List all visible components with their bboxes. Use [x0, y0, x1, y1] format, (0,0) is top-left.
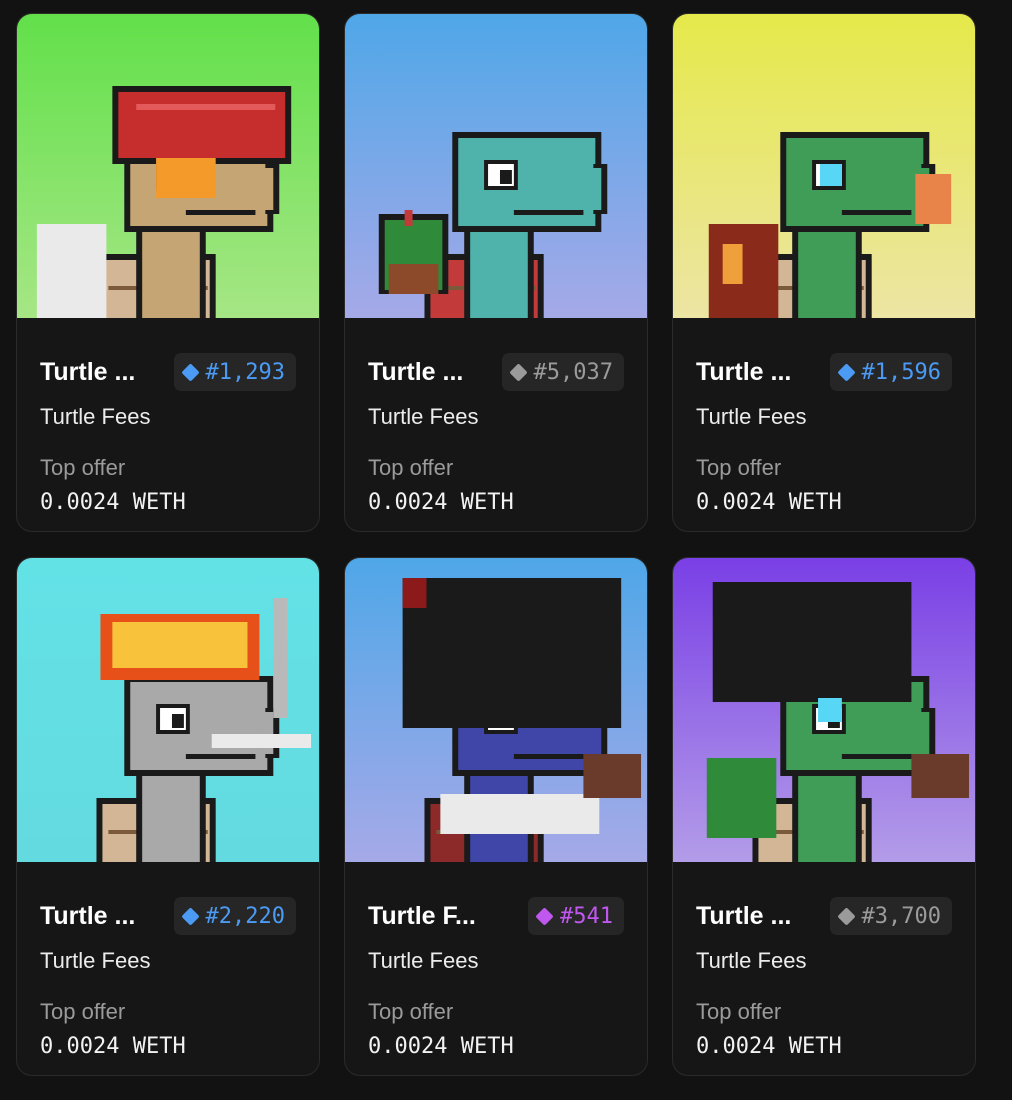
pixel-turtle-art [345, 558, 647, 862]
diamond-icon [508, 362, 528, 382]
collection-name[interactable]: Turtle Fees [696, 404, 806, 430]
rarity-badge[interactable]: #5,037 [501, 353, 624, 391]
red-helmet [118, 92, 286, 158]
collection-name[interactable]: Turtle Fees [368, 948, 478, 974]
diamond-icon [180, 362, 200, 382]
nft-card[interactable]: Turtle ... #1,293 Turtle Fees Top offer … [16, 13, 320, 532]
lava-shell [708, 224, 779, 318]
pipe [911, 754, 970, 798]
turtle-snout [589, 168, 602, 210]
top-offer-value: 0.0024 WETH [368, 1034, 514, 1059]
top-offer-label: Top offer [368, 455, 454, 480]
diamond-eye [818, 698, 842, 722]
diamond-icon [836, 362, 856, 382]
helmet-stripe [136, 104, 276, 110]
nft-name[interactable]: Turtle ... [40, 358, 135, 387]
title-row: Turtle ... #1,293 [40, 352, 296, 392]
pixel-turtle-art [673, 14, 975, 318]
turtle-snout [917, 712, 930, 754]
nft-card[interactable]: Turtle F... #541 Turtle Fees Top offer 0… [344, 557, 648, 1076]
nft-image[interactable] [673, 14, 975, 318]
plant-pot [388, 264, 439, 294]
rarity-badge[interactable]: #2,220 [173, 897, 296, 935]
mouth-line [513, 210, 584, 215]
pipe [583, 754, 642, 798]
nft-image[interactable] [345, 558, 647, 862]
pixel-turtle-art [673, 558, 975, 862]
mouth-line [841, 754, 912, 759]
rarity-rank: #2,220 [205, 903, 285, 929]
smoke [273, 598, 288, 718]
nft-card[interactable]: Turtle ... #1,596 Turtle Fees Top offer … [672, 13, 976, 532]
mouth-line [841, 210, 912, 215]
lava-crack [722, 244, 743, 284]
title-row: Turtle F... #541 [368, 896, 624, 936]
diamond-icon [535, 906, 554, 926]
nft-card[interactable]: Turtle ... #3,700 Turtle Fees Top offer … [672, 557, 976, 1076]
rarity-badge[interactable]: #1,293 [173, 353, 296, 391]
collection-name[interactable]: Turtle Fees [40, 404, 150, 430]
nft-card[interactable]: Turtle ... #2,220 Turtle Fees Top offer … [16, 557, 320, 1076]
title-row: Turtle ... #2,220 [40, 896, 296, 936]
spiky-hair [712, 582, 912, 702]
rarity-rank: #1,596 [861, 359, 941, 385]
afro-hair [402, 578, 622, 728]
top-offer-label: Top offer [696, 455, 782, 480]
cigarette [211, 734, 312, 748]
top-offer-label: Top offer [696, 999, 782, 1024]
collection-name[interactable]: Turtle Fees [696, 948, 806, 974]
nft-image[interactable] [673, 558, 975, 862]
nft-name[interactable]: Turtle F... [368, 902, 476, 931]
fur-collar [440, 794, 600, 834]
top-offer-label: Top offer [40, 455, 126, 480]
horn [402, 578, 427, 608]
pixel-turtle-art [17, 558, 319, 862]
rarity-rank: #5,037 [533, 359, 613, 385]
eye-pupil [171, 714, 184, 728]
wing [36, 224, 107, 318]
goggles [156, 158, 216, 198]
nft-name[interactable]: Turtle ... [40, 902, 135, 931]
collection-name[interactable]: Turtle Fees [368, 404, 478, 430]
rarity-badge[interactable]: #1,596 [829, 353, 952, 391]
collection-name[interactable]: Turtle Fees [40, 948, 150, 974]
title-row: Turtle ... #5,037 [368, 352, 624, 392]
pixel-turtle-art [17, 14, 319, 318]
top-offer-label: Top offer [368, 999, 454, 1024]
nft-image[interactable] [17, 14, 319, 318]
rarity-badge[interactable]: #3,700 [829, 897, 952, 935]
nft-image[interactable] [345, 14, 647, 318]
title-row: Turtle ... #3,700 [696, 896, 952, 936]
mouth-line [185, 754, 256, 759]
nft-image[interactable] [17, 558, 319, 862]
top-offer-value: 0.0024 WETH [40, 490, 186, 515]
rarity-rank: #541 [560, 903, 613, 929]
top-offer-value: 0.0024 WETH [40, 1034, 186, 1059]
eye-pupil [499, 170, 512, 184]
rarity-rank: #3,700 [861, 903, 941, 929]
diamond-icon [180, 906, 200, 926]
fire-hair-inner [112, 622, 248, 668]
turtle-snout [261, 168, 274, 210]
top-offer-value: 0.0024 WETH [696, 1034, 842, 1059]
mouth-line [185, 210, 256, 215]
top-offer-value: 0.0024 WETH [696, 490, 842, 515]
nft-name[interactable]: Turtle ... [696, 358, 791, 387]
top-offer-label: Top offer [40, 999, 126, 1024]
diamond-eye [820, 164, 842, 186]
rarity-badge[interactable]: #541 [528, 897, 624, 935]
top-offer-value: 0.0024 WETH [368, 490, 514, 515]
snake [915, 174, 952, 224]
rarity-rank: #1,293 [205, 359, 285, 385]
nft-name[interactable]: Turtle ... [368, 358, 463, 387]
nft-name[interactable]: Turtle ... [696, 902, 791, 931]
plant-leaves [706, 758, 777, 838]
nft-card[interactable]: Turtle ... #5,037 Turtle Fees Top offer … [344, 13, 648, 532]
title-row: Turtle ... #1,596 [696, 352, 952, 392]
diamond-icon [836, 906, 856, 926]
nft-grid: Turtle ... #1,293 Turtle Fees Top offer … [16, 13, 976, 1076]
mouth-line [513, 754, 584, 759]
pixel-turtle-art [345, 14, 647, 318]
plant-flower [404, 210, 413, 226]
